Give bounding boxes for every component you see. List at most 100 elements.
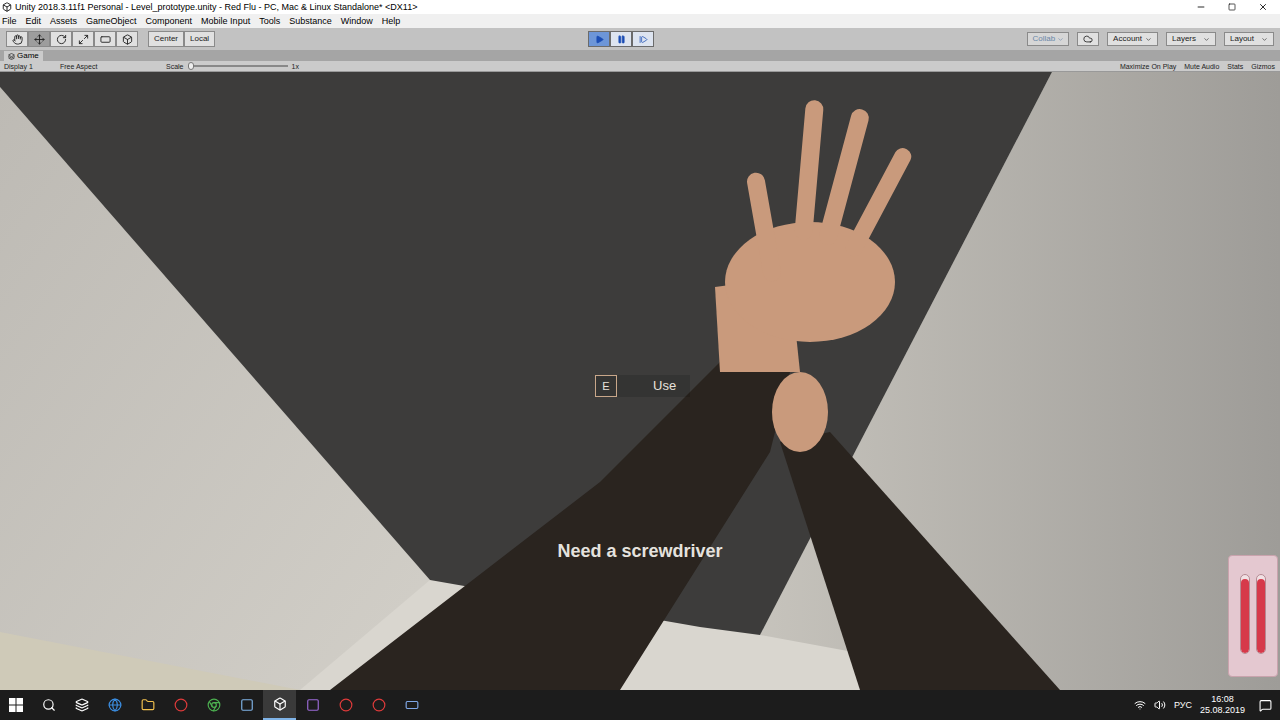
unity-logo-icon (2, 2, 12, 12)
game-bar-toggle[interactable]: Maximize On Play (1119, 63, 1177, 70)
taskbar-app[interactable] (197, 690, 230, 720)
dropdown-icon (1203, 36, 1210, 43)
menu-item[interactable]: Help (382, 17, 401, 26)
windows-logo-icon (9, 698, 23, 712)
menu-item[interactable]: Assets (50, 17, 77, 26)
display-dropdown[interactable]: Display 1 (4, 63, 60, 70)
dropdown-icon (1261, 36, 1268, 43)
tool-icon (100, 34, 111, 45)
scale-value: 1x (292, 63, 299, 70)
toolbar-dropdown[interactable]: Layers (1166, 32, 1216, 46)
scale-slider[interactable] (188, 65, 288, 67)
scale-thumb[interactable] (188, 62, 194, 70)
taskbar-app-icon (306, 698, 320, 712)
aspect-dropdown[interactable]: Free Aspect (60, 63, 166, 70)
taskbar-app-icon (372, 698, 386, 712)
play-button[interactable] (588, 31, 610, 47)
maximize-icon[interactable] (1228, 3, 1236, 11)
menu-item[interactable]: Edit (26, 17, 42, 26)
health-bar (1256, 574, 1266, 654)
game-view[interactable]: E Use Need a screwdriver (0, 72, 1280, 690)
play-icon (595, 35, 604, 44)
taskbar-app[interactable] (65, 690, 98, 720)
menu-item[interactable]: Component (146, 17, 193, 26)
notifications-icon[interactable] (1259, 699, 1272, 712)
menu-item[interactable]: Mobile Input (201, 17, 250, 26)
taskbar-app[interactable] (98, 690, 131, 720)
taskbar-app[interactable] (164, 690, 197, 720)
toolbar-dropdown[interactable]: Account (1107, 32, 1158, 46)
dropdown-icon (1057, 36, 1064, 43)
taskbar-app-icon (240, 698, 254, 712)
clock[interactable]: 16:0825.08.2019 (1200, 695, 1245, 715)
health-widget (1228, 555, 1278, 677)
step-button[interactable] (632, 31, 654, 47)
game-bar: Display 1Free AspectScale 1x Maximize On P… (0, 61, 1280, 72)
taskbar-app-icon (273, 697, 287, 711)
menu-item[interactable]: Substance (289, 17, 332, 26)
taskbar-app[interactable] (362, 690, 395, 720)
taskbar-app[interactable] (131, 690, 164, 720)
taskbar-app-icon (405, 698, 419, 712)
taskbar-app[interactable] (296, 690, 329, 720)
tool-icon (12, 34, 23, 45)
tool-icon (78, 34, 89, 45)
tool-button[interactable] (94, 31, 116, 47)
cloud-icon (1083, 34, 1093, 44)
network-icon (1134, 699, 1146, 711)
minimize-icon[interactable] (1196, 2, 1206, 12)
toolbar-dropdown[interactable]: Layout (1224, 32, 1274, 46)
pause-icon (617, 35, 626, 44)
space-button[interactable]: Local (184, 31, 215, 47)
tool-button[interactable] (6, 31, 28, 47)
dropdown-icon (1145, 36, 1152, 43)
taskbar-app-icon (75, 698, 89, 712)
step-icon (639, 35, 648, 44)
taskbar: РУС 16:0825.08.2019 (0, 690, 1280, 720)
taskbar-app-icon (141, 698, 155, 712)
taskbar-app[interactable] (329, 690, 362, 720)
action-label: Use (653, 376, 676, 396)
key-hint: E (595, 375, 617, 397)
toolbar: CenterLocal Collab Account Layers Layout (0, 28, 1280, 50)
menu-item[interactable]: GameObject (86, 17, 137, 26)
close-icon[interactable] (1258, 2, 1268, 12)
cloud-button[interactable] (1077, 32, 1099, 46)
taskbar-app-icon (174, 698, 188, 712)
collab-button[interactable]: Collab (1027, 32, 1069, 46)
game-tab-icon (8, 53, 15, 60)
taskbar-app[interactable] (263, 690, 296, 720)
tool-button[interactable] (50, 31, 72, 47)
game-tab[interactable]: Game (4, 51, 43, 61)
volume-icon (1154, 699, 1166, 711)
game-bar-toggle[interactable]: Gizmos (1250, 63, 1276, 70)
start-button[interactable] (0, 690, 32, 720)
taskbar-app-icon (207, 698, 221, 712)
tool-icon (56, 34, 67, 45)
window-title: Unity 2018.3.11f1 Personal - Level_proto… (15, 3, 417, 12)
tool-icon (34, 34, 45, 45)
menu-item[interactable]: File (2, 17, 17, 26)
taskbar-app[interactable] (32, 690, 65, 720)
taskbar-app[interactable] (230, 690, 263, 720)
tab-bar: Game (0, 50, 1280, 61)
game-bar-toggle[interactable]: Mute Audio (1183, 63, 1220, 70)
menu-item[interactable]: Tools (259, 17, 280, 26)
game-bar-toggle[interactable]: Stats (1226, 63, 1244, 70)
taskbar-app-icon (108, 698, 122, 712)
use-prompt: E Use (595, 375, 690, 397)
taskbar-app-icon (42, 698, 56, 712)
pause-button[interactable] (610, 31, 632, 47)
menu-bar: File Edit Assets GameObject Component Mobile … (0, 14, 1280, 28)
tool-button[interactable] (72, 31, 94, 47)
pivot-button[interactable]: Center (148, 31, 184, 47)
tool-button[interactable] (116, 31, 138, 47)
menu-item[interactable]: Window (341, 17, 373, 26)
tool-button[interactable] (28, 31, 50, 47)
taskbar-app[interactable] (395, 690, 428, 720)
health-bar (1240, 574, 1250, 654)
tool-icon (122, 34, 133, 45)
message: Need a screwdriver (0, 538, 1280, 565)
scale-label: Scale (166, 63, 184, 70)
language-indicator[interactable]: РУС (1174, 701, 1192, 710)
